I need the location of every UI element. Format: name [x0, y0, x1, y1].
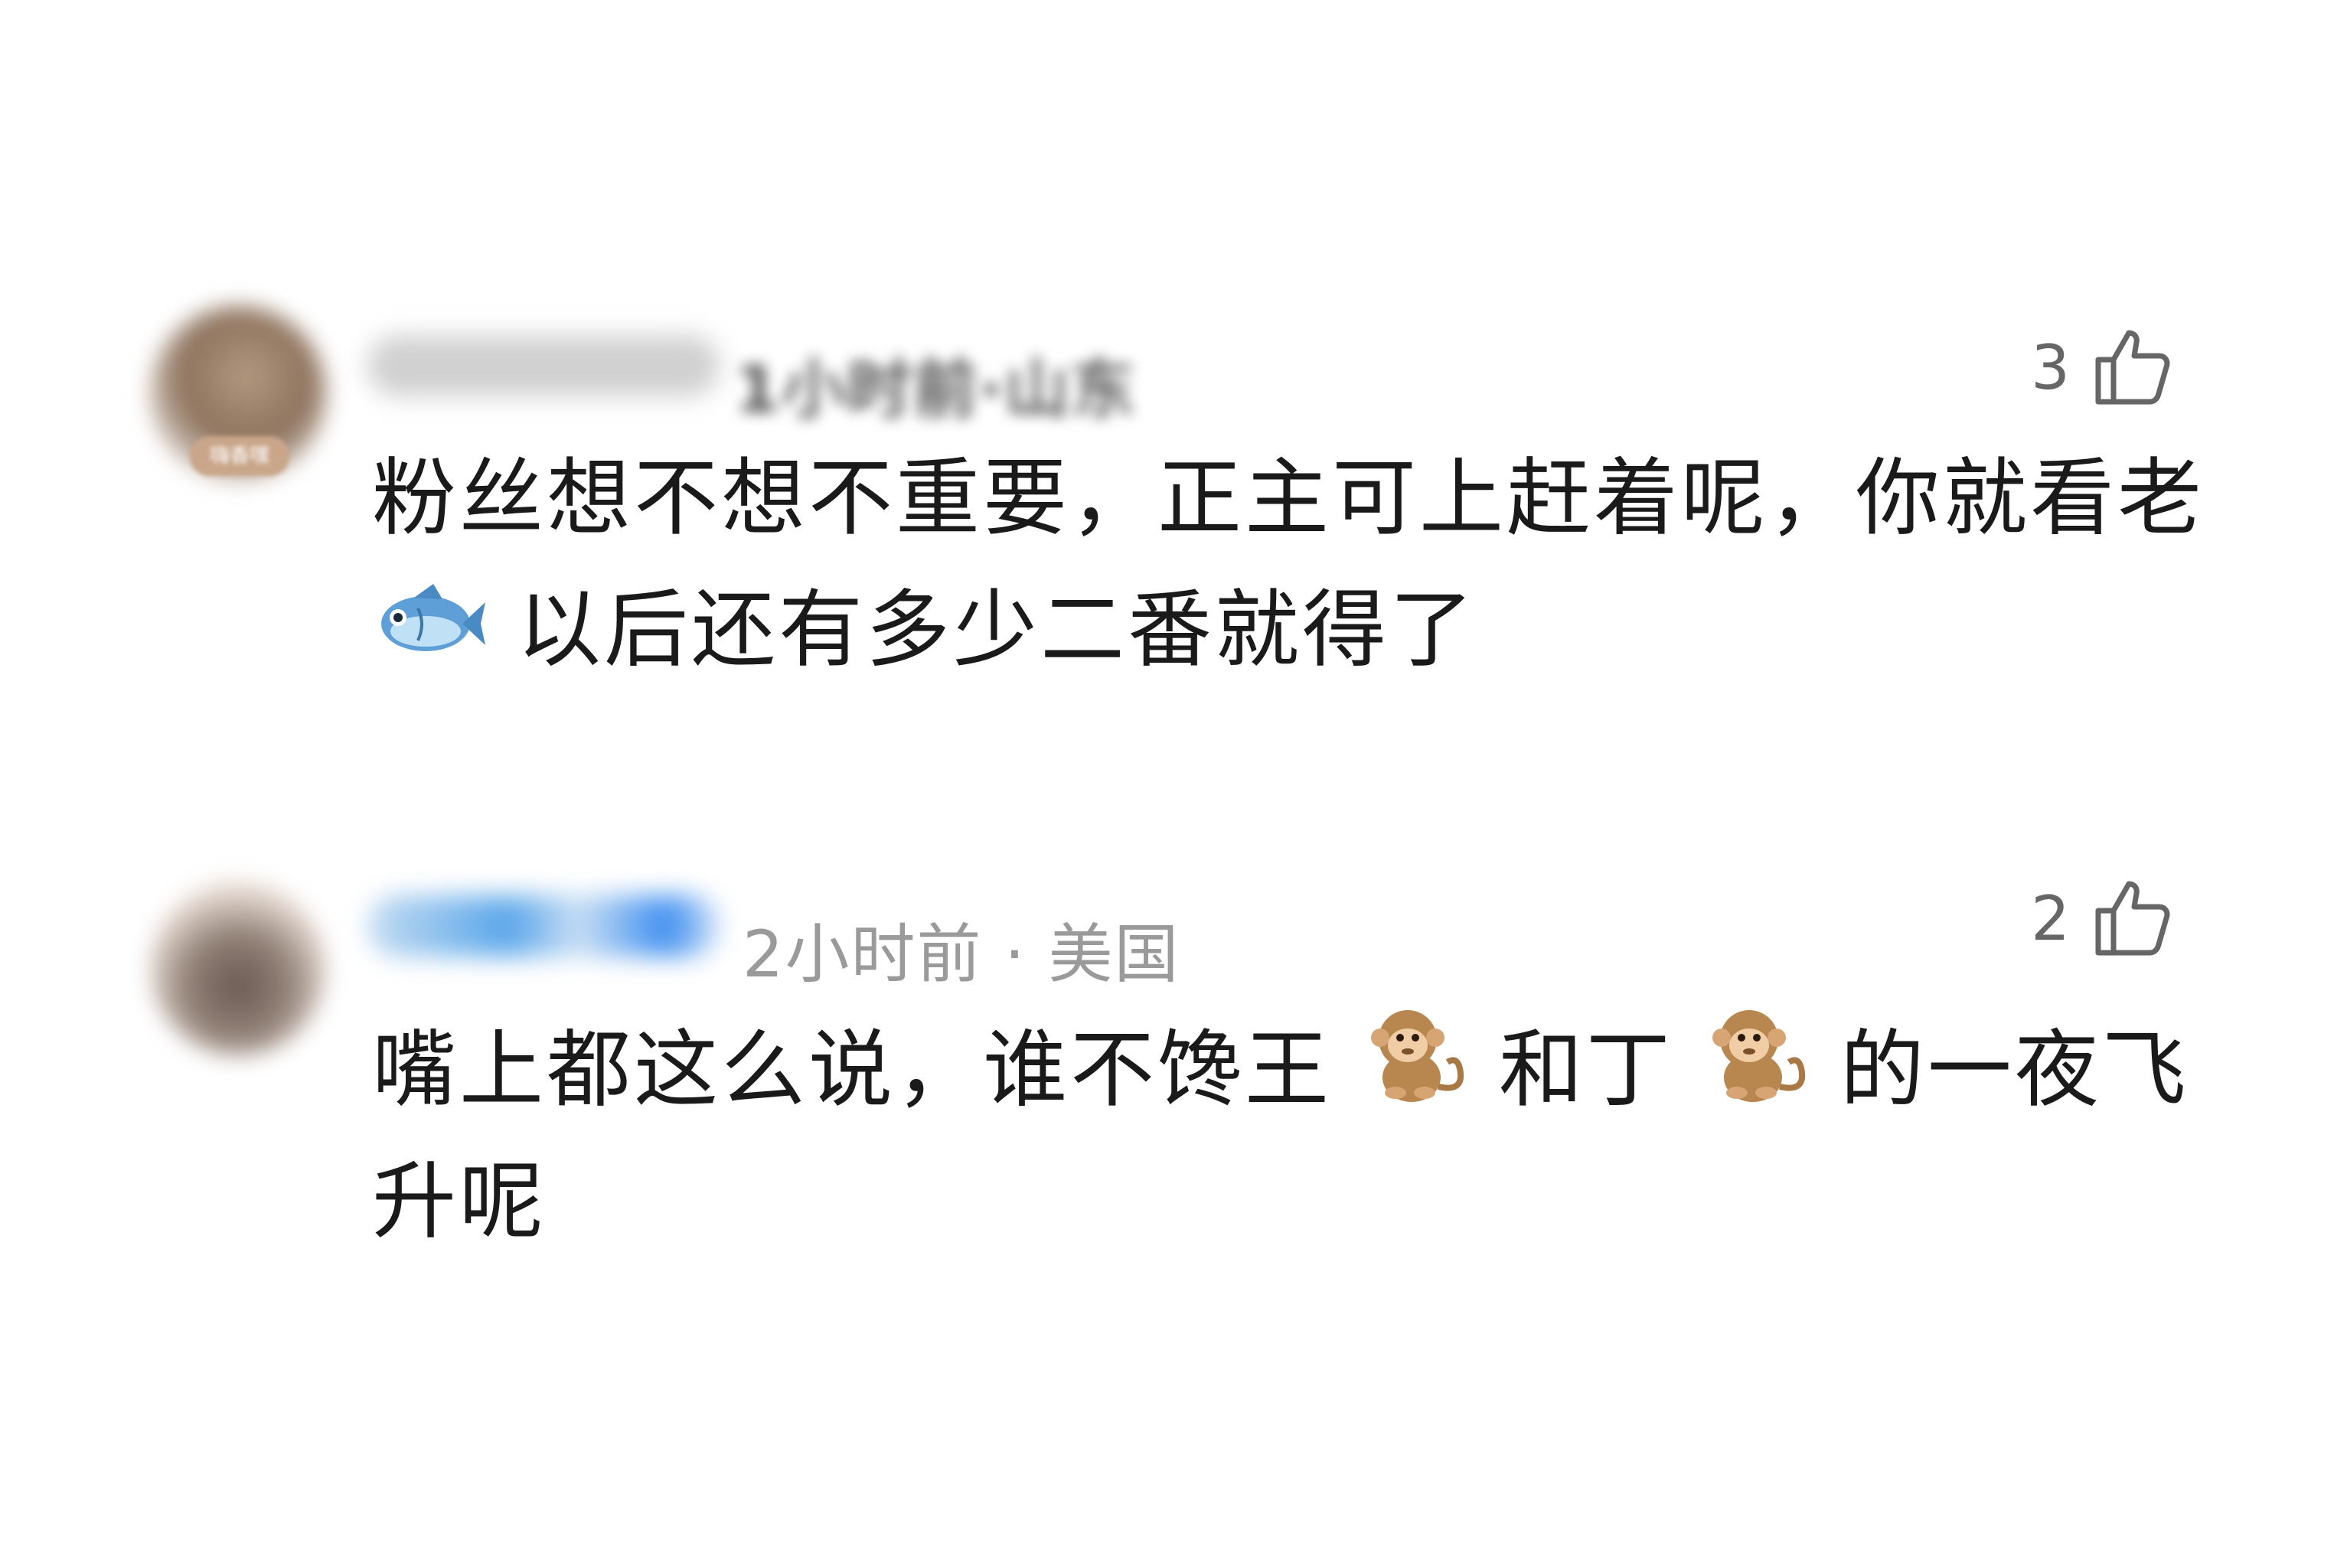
- like-count: 2: [2031, 882, 2070, 954]
- comment-meta: 1小时前·山东: [367, 321, 1286, 427]
- avatar[interactable]: [150, 880, 326, 1056]
- comment-time-location: 1小时前·山东: [735, 352, 1137, 427]
- thumbs-up-icon: [2095, 330, 2170, 405]
- like-button[interactable]: 3: [2031, 321, 2179, 413]
- comment-text: 嘴上都这么说，谁不馋王 和丁 的一夜飞升呢: [372, 1002, 2240, 1267]
- comment-meta: 2小时前 · 美国: [367, 872, 1286, 992]
- avatar-badge: 嗨香嘿: [190, 436, 289, 476]
- like-count: 3: [2031, 331, 2070, 403]
- monkey-icon: [1370, 1010, 1464, 1102]
- username-blurred[interactable]: [367, 895, 720, 957]
- fish-icon: [381, 584, 485, 651]
- comment-item: 嗨香嘿 1小时前·山东 3 粉丝想不想不重要，正主可上赶着呢，你就看老 以后还有…: [0, 306, 2347, 704]
- like-button[interactable]: 2: [2031, 872, 2179, 964]
- comment-text: 粉丝想不想不重要，正主可上赶着呢，你就看老 以后还有多少二番就得了: [372, 449, 2205, 679]
- username-blurred[interactable]: [367, 335, 720, 396]
- monkey-icon: [1712, 1010, 1805, 1102]
- thumbs-up-icon: [2095, 881, 2170, 956]
- comment-time-location: 2小时前 · 美国: [743, 917, 1180, 992]
- comment-item: 2小时前 · 美国 2 嘴上都这么说，谁不馋王 和丁 的一夜飞升呢: [0, 857, 2347, 1286]
